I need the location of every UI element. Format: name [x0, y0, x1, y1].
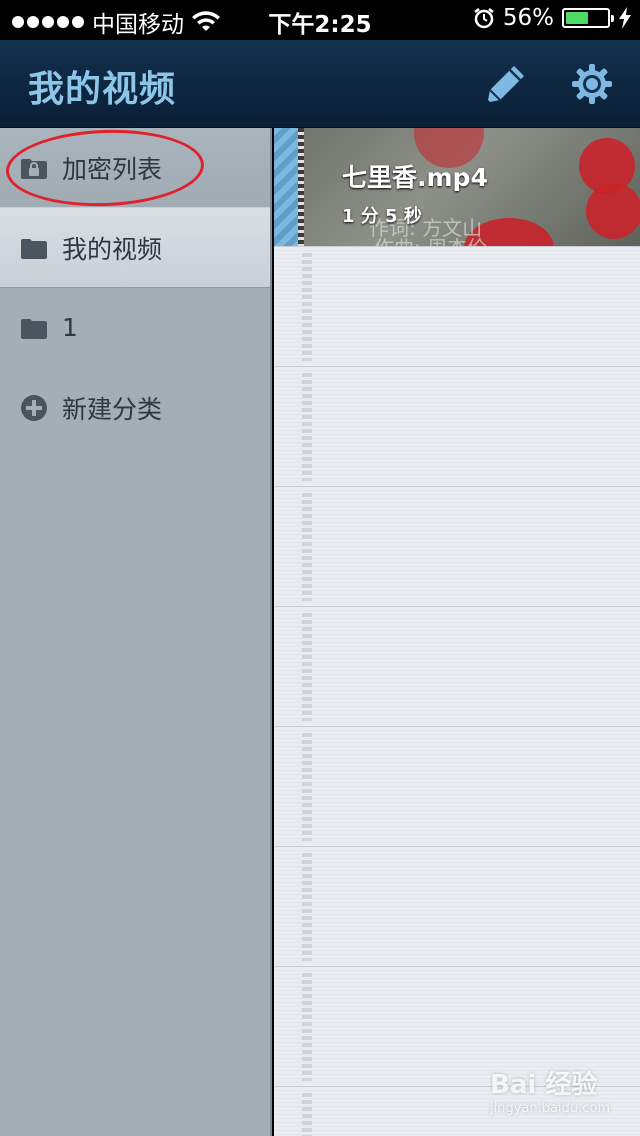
- video-title: 七里香.mp4: [342, 163, 488, 192]
- empty-list-slot: [274, 366, 640, 486]
- watermark-text: Bai 经验: [490, 1070, 598, 1100]
- folder-icon: [20, 236, 48, 260]
- battery-icon: [562, 8, 614, 28]
- sidebar-item-label: 1: [62, 313, 78, 342]
- video-list: 作词: 方文山 作曲: 周杰伦 七里香.mp4 1 分 5 秒: [274, 128, 640, 1136]
- sidebar: 加密列表 我的视频 1 新建分类: [0, 126, 272, 1136]
- navigation-bar: 我的视频: [0, 40, 640, 128]
- gear-icon: [572, 64, 612, 104]
- sidebar-item-new-category[interactable]: 新建分类: [0, 368, 270, 448]
- sidebar-item-my-videos[interactable]: 我的视频: [0, 208, 270, 288]
- film-strip-decoration: [298, 128, 304, 246]
- empty-list-slot: [274, 246, 640, 366]
- empty-list-slot: [274, 486, 640, 606]
- selection-strip: [274, 128, 298, 246]
- folder-icon: [20, 316, 48, 340]
- settings-button[interactable]: [570, 62, 614, 106]
- empty-list-slot: [274, 846, 640, 966]
- video-duration: 1 分 5 秒: [342, 206, 422, 227]
- sidebar-item-label: 我的视频: [62, 234, 163, 264]
- video-list-item[interactable]: 作词: 方文山 作曲: 周杰伦 七里香.mp4 1 分 5 秒: [274, 128, 640, 246]
- edit-button[interactable]: [484, 62, 528, 106]
- empty-list-slot: [274, 726, 640, 846]
- lock-folder-icon: [20, 156, 48, 180]
- sidebar-item-encrypted-list[interactable]: 加密列表: [0, 126, 270, 210]
- plus-circle-icon: [20, 394, 48, 421]
- status-right: 56%: [473, 5, 632, 31]
- sidebar-item-label: 新建分类: [62, 394, 163, 424]
- empty-list-slot: [274, 606, 640, 726]
- pencil-icon: [488, 66, 524, 102]
- status-bar: 中国移动 下午2:25 56%: [0, 0, 640, 40]
- page-title: 我的视频: [28, 69, 177, 110]
- watermark-url: jingyan.baidu.com: [490, 1101, 610, 1116]
- battery-percent: 56%: [502, 5, 554, 31]
- sidebar-item-folder-1[interactable]: 1: [0, 288, 270, 368]
- sidebar-item-label: 加密列表: [62, 154, 163, 184]
- charging-bolt-icon: [619, 7, 631, 29]
- alarm-icon: [474, 8, 494, 29]
- baidu-watermark: Bai 经验 jingyan.baidu.com: [490, 1064, 610, 1116]
